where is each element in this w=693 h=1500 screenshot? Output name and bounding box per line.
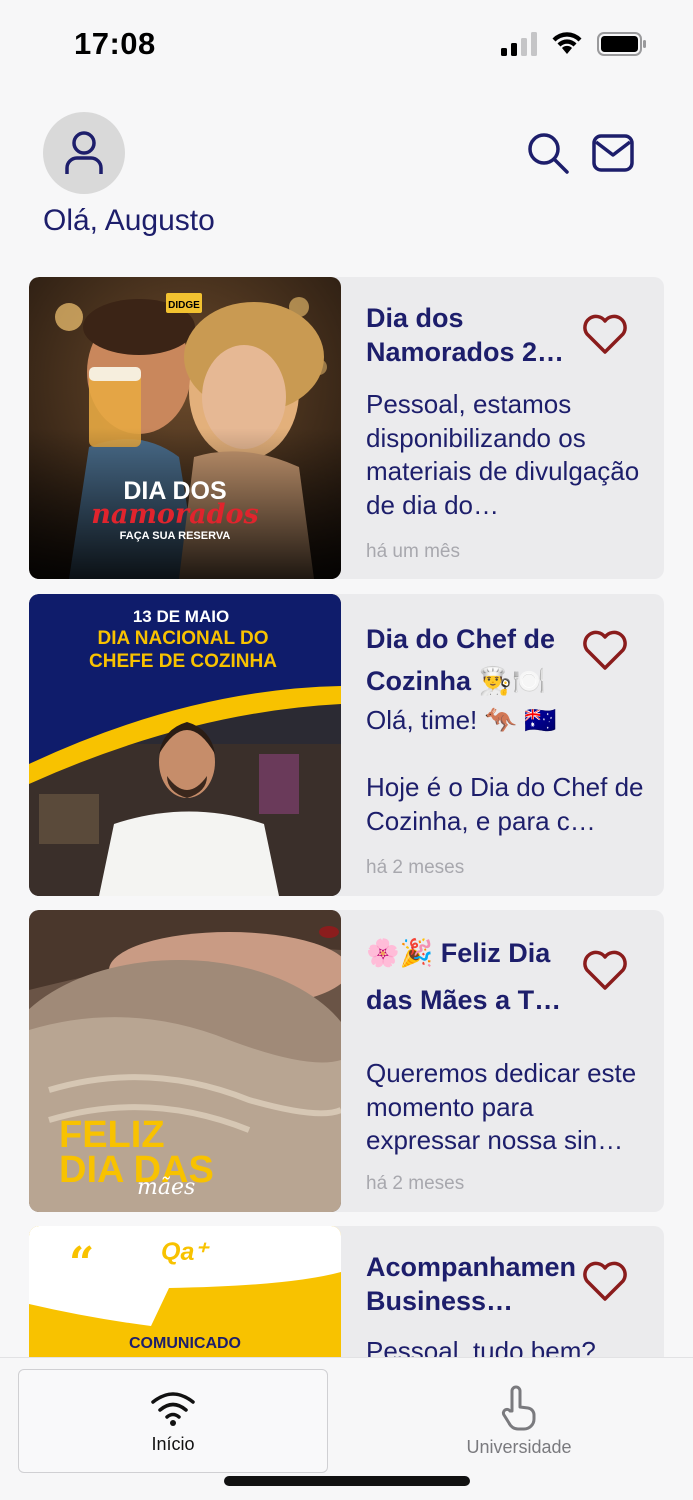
post-image: FELIZ DIA DAS mães (29, 910, 341, 1212)
post-card[interactable]: FELIZ DIA DAS mães 🌸🎉 Feliz Dia das Mães… (29, 910, 664, 1212)
heart-icon[interactable] (582, 949, 628, 991)
post-title: 🌸🎉 Feliz Dia das Mães a T… (366, 938, 562, 1015)
avatar[interactable] (43, 112, 125, 194)
post-image-quote: “ (69, 1238, 94, 1289)
post-body: Pessoal, tudo bem? (366, 1336, 596, 1357)
heart-icon[interactable] (582, 1260, 628, 1302)
post-image-label: COMUNICADO (129, 1335, 241, 1352)
post-card[interactable]: 13 DE MAIO DIA NACIONAL DO CHEFE DE COZI… (29, 594, 664, 896)
post-time: há 2 meses (366, 857, 465, 878)
user-icon (65, 131, 103, 174)
search-button[interactable] (525, 130, 571, 176)
heart-icon[interactable] (582, 313, 628, 355)
post-card[interactable]: DIDGE DIA DOS namorados FAÇA SUA RESERVA… (29, 277, 664, 579)
status-time: 17:08 (74, 26, 156, 61)
post-body: Queremos dedicar este momento para expre… (366, 1058, 637, 1155)
tab-label: Início (151, 1434, 195, 1454)
mail-icon (592, 134, 634, 172)
posts-feed[interactable]: DIDGE DIA DOS namorados FAÇA SUA RESERVA… (29, 277, 664, 1357)
greeting: Olá, Augusto (43, 204, 215, 237)
post-image: “ Qa⁺ COMUNICADO (29, 1226, 341, 1357)
battery-icon (597, 32, 646, 56)
post-card[interactable]: “ Qa⁺ COMUNICADO Acompanhamento Business… (29, 1226, 664, 1357)
post-time: há um mês (366, 541, 460, 562)
heart-icon[interactable] (582, 629, 628, 671)
post-body: Olá, time! 🦘 🇦🇺 Hoje é o Dia do Chef de … (366, 705, 644, 836)
post-image-brand: DIDGE (168, 300, 200, 311)
post-image-line3: FAÇA SUA RESERVA (120, 530, 231, 542)
search-icon (528, 133, 569, 174)
post-body: Pessoal, estamos disponibilizando os mat… (366, 389, 640, 520)
post-image-logo: Qa⁺ (161, 1238, 210, 1266)
post-image: 13 DE MAIO DIA NACIONAL DO CHEFE DE COZI… (29, 594, 341, 896)
status-bar: 17:08 (0, 0, 693, 90)
post-image-line3: CHEFE DE COZINHA (89, 651, 277, 672)
status-icons (501, 32, 647, 56)
post-image-line2: DIA NACIONAL DO (98, 628, 269, 649)
home-indicator (224, 1476, 470, 1486)
tab-label: Universidade (466, 1437, 572, 1457)
pointer-hand-icon (501, 1385, 536, 1431)
tab-universidade[interactable]: Universidade (364, 1369, 674, 1473)
header: Olá, Augusto (0, 110, 693, 250)
post-image-line1: 13 DE MAIO (133, 607, 229, 626)
wifi-status-icon (552, 32, 582, 54)
post-image-line3: mães (137, 1175, 195, 1200)
post-image-line2: namorados (91, 499, 259, 530)
post-title: Acompanhamento Business… (366, 1252, 576, 1316)
wifi-icon (151, 1392, 195, 1426)
post-image: DIDGE DIA DOS namorados FAÇA SUA RESERVA (29, 277, 341, 579)
cellular-signal-icon (501, 32, 537, 56)
tab-inicio[interactable]: Início (18, 1369, 328, 1473)
post-title: Dia dos Namorados 2… (366, 303, 565, 367)
messages-button[interactable] (590, 130, 636, 176)
post-title: Dia do Chef de Cozinha 👨‍🍳🍽️ (366, 624, 556, 696)
post-time: há 2 meses (366, 1173, 465, 1194)
